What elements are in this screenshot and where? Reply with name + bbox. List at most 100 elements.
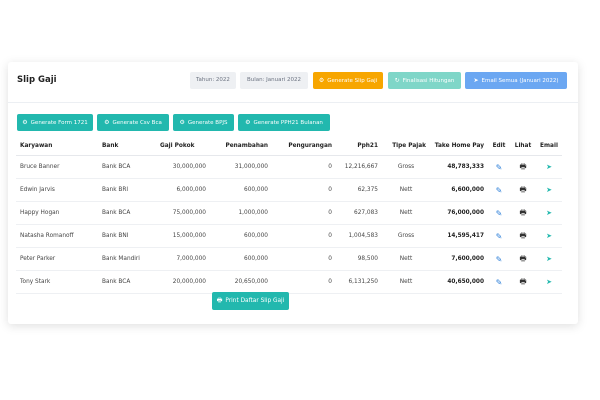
table-cell: 40,650,000 (430, 270, 488, 294)
gear-icon: ⚙ (104, 119, 110, 126)
slip-gaji-card: Slip Gaji Tahun: 2022 Bulan: Januari 202… (8, 62, 578, 324)
edit-icon[interactable]: ✎ (496, 232, 503, 241)
generate-bpjs-button[interactable]: ⚙ Generate BPJS (173, 114, 234, 131)
generate-slip-button[interactable]: ⚙ Generate Slip Gaji (313, 72, 383, 89)
edit-icon[interactable]: ✎ (496, 186, 503, 195)
table-cell: 14,595,417 (430, 224, 488, 248)
table-cell: Bank BRI (98, 178, 156, 202)
action-cell: ➤ (536, 201, 562, 225)
generate-pph21-button[interactable]: ⚙ Generate PPH21 Bulanan (238, 114, 330, 131)
print-icon[interactable]: 🖶 (519, 277, 526, 286)
table-cell: Gross (382, 155, 430, 179)
table-cell: 12,216,667 (336, 155, 382, 179)
table-cell: 7,600,000 (430, 247, 488, 271)
col-take-home-pay: Take Home Pay (430, 137, 488, 156)
action-cell: ✎ (488, 178, 510, 202)
table-cell: Tony Stark (16, 270, 98, 294)
print-icon[interactable]: 🖶 (519, 162, 526, 171)
table-cell: 0 (272, 201, 336, 225)
action-cell: 🖶 (510, 201, 536, 225)
table-cell: 1,004,583 (336, 224, 382, 248)
year-filter[interactable]: Tahun: 2022 (190, 72, 236, 89)
col-tipe-pajak: Tipe Pajak (382, 137, 430, 156)
print-slip-list-button[interactable]: 🖶 Print Daftar Slip Gaji (212, 292, 289, 310)
table-cell: 600,000 (210, 178, 272, 202)
gear-icon: ⚙ (318, 77, 325, 84)
generate-csv-bca-button[interactable]: ⚙ Generate Csv Bca (97, 114, 169, 131)
col-gaji-pokok: Gaji Pokok (156, 137, 210, 156)
table-cell: 76,000,000 (430, 201, 488, 225)
send-icon[interactable]: ➤ (546, 163, 552, 171)
refresh-icon: ↻ (394, 77, 400, 84)
generate-form-1721-button[interactable]: ⚙ Generate Form 1721 (17, 114, 93, 131)
table-cell: 6,000,000 (156, 178, 210, 202)
table-cell: Bank BCA (98, 155, 156, 179)
action-cell: ✎ (488, 224, 510, 248)
col-penambahan: Penambahan (210, 137, 272, 156)
col-email: Email (536, 137, 562, 156)
send-icon: ➤ (473, 77, 479, 84)
table-cell: Bank BCA (98, 270, 156, 294)
table-cell: 30,000,000 (156, 155, 210, 179)
table-cell: 600,000 (210, 224, 272, 248)
email-all-button[interactable]: ➤ Email Semua (Januari 2022) (465, 72, 567, 89)
table-row: Edwin Jarvis Bank BRI 6,000,000 600,000 0 62,… (16, 178, 562, 202)
action-cell: 🖶 (510, 224, 536, 248)
table-cell: 627,083 (336, 201, 382, 225)
print-icon[interactable]: 🖶 (519, 185, 526, 194)
send-icon[interactable]: ➤ (546, 186, 552, 194)
col-karyawan: Karyawan (16, 137, 98, 156)
action-cell: ➤ (536, 155, 562, 179)
col-lihat: Lihat (510, 137, 536, 156)
page-title: Slip Gaji (17, 75, 57, 85)
salary-table: Karyawan Bank Gaji Pokok Penambahan Peng… (16, 137, 562, 294)
table-row: Peter Parker Bank Mandiri 7,000,000 600,000… (16, 247, 562, 271)
edit-icon[interactable]: ✎ (496, 278, 503, 287)
table-row: Bruce Banner Bank BCA 30,000,000 31,000,000… (16, 155, 562, 179)
table-row: Happy Hogan Bank BCA 75,000,000 1,000,000 0 6… (16, 201, 562, 225)
action-cell: ➤ (536, 224, 562, 248)
table-cell: Bank BNI (98, 224, 156, 248)
table-cell: 1,000,000 (210, 201, 272, 225)
table-cell: Happy Hogan (16, 201, 98, 225)
table-cell: Bank Mandiri (98, 247, 156, 271)
action-cell: 🖶 (510, 155, 536, 179)
print-icon[interactable]: 🖶 (519, 231, 526, 240)
month-filter[interactable]: Bulan: Januari 2022 (240, 72, 308, 89)
print-icon: 🖶 (216, 297, 223, 304)
col-pph21: Pph21 (336, 137, 382, 156)
col-edit: Edit (488, 137, 510, 156)
action-cell: ➤ (536, 178, 562, 202)
print-icon[interactable]: 🖶 (519, 254, 526, 263)
send-icon[interactable]: ➤ (546, 232, 552, 240)
send-icon[interactable]: ➤ (546, 278, 552, 286)
table-cell: 62,375 (336, 178, 382, 202)
edit-icon[interactable]: ✎ (496, 209, 503, 218)
table-cell: 6,600,000 (430, 178, 488, 202)
table-cell: 15,000,000 (156, 224, 210, 248)
send-icon[interactable]: ➤ (546, 209, 552, 217)
table-cell: 98,500 (336, 247, 382, 271)
table-header-row: Karyawan Bank Gaji Pokok Penambahan Peng… (16, 137, 562, 156)
gear-icon: ⚙ (179, 119, 185, 126)
card-header: Slip Gaji Tahun: 2022 Bulan: Januari 202… (8, 62, 578, 103)
table-cell: Nett (382, 178, 430, 202)
action-cell: ➤ (536, 247, 562, 271)
action-cell: 🖶 (510, 178, 536, 202)
table-cell: 20,650,000 (210, 270, 272, 294)
gear-icon: ⚙ (22, 119, 28, 126)
edit-icon[interactable]: ✎ (496, 163, 503, 172)
print-icon[interactable]: 🖶 (519, 208, 526, 217)
table-cell: 0 (272, 247, 336, 271)
table-cell: Gross (382, 224, 430, 248)
edit-icon[interactable]: ✎ (496, 255, 503, 264)
table-cell: Nett (382, 201, 430, 225)
finalisasi-button[interactable]: ↻ Finalisasi Hitungan (388, 72, 461, 89)
table-cell: Peter Parker (16, 247, 98, 271)
table-row: Tony Stark Bank BCA 20,000,000 20,650,000 0 6… (16, 270, 562, 294)
action-cell: ✎ (488, 247, 510, 271)
gear-icon: ⚙ (245, 119, 251, 126)
action-cell: ✎ (488, 270, 510, 294)
send-icon[interactable]: ➤ (546, 255, 552, 263)
table-cell: 7,000,000 (156, 247, 210, 271)
